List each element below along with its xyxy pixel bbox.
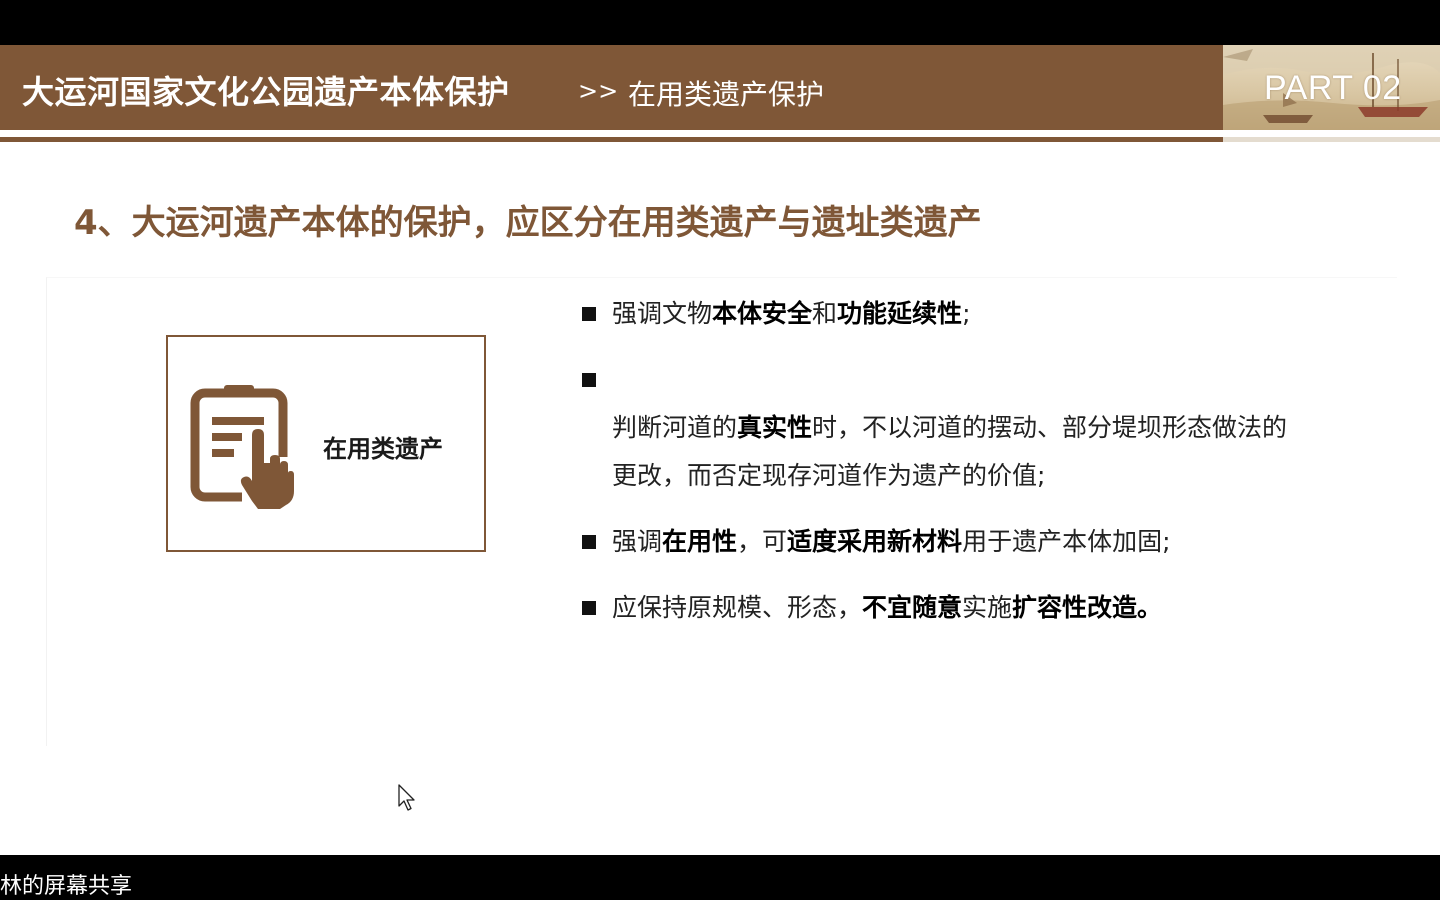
bullet-text-bold: 真实性 [737,413,813,442]
bullet-item: 应保持原规模、形态，不宜随意实施扩容性改造。 [580,584,1360,632]
bullet-text: 判断河道的 [612,413,738,442]
bullet-text-bold: 在用性 [662,527,738,556]
header-subtitle: 在用类遗产保护 [628,78,825,111]
bullet-square-icon [582,535,596,549]
bullet-text: 用于遗产本体加固; [962,527,1171,556]
bullet-square-icon [582,307,596,321]
category-card: 在用类遗产 [166,335,486,552]
mouse-cursor-icon [398,784,418,816]
bullet-text: 时，不以河道的摆动、部分堤坝形态做法的 [812,413,1288,442]
header-title: 大运河国家文化公园遗产本体保护 [22,73,510,111]
bullet-list: 强调文物本体安全和功能延续性; 判断河道的真实性时，不以河道的摆动、部分堤坝形态… [580,290,1360,650]
bullet-text: 应保持原规模、形态， [612,593,863,622]
bullet-text: 实施 [962,593,1013,622]
bullet-text-bold: 扩容性改造。 [1012,593,1163,622]
header-bar: 大运河国家文化公园遗产本体保护 >> 在用类遗产保护 [0,45,1223,130]
bullet-text-bold: 本体安全 [712,299,813,328]
header-divider-light [1223,137,1440,142]
bullet-item: 强调在用性，可适度采用新材料用于遗产本体加固; [580,518,1360,566]
document-hand-icon [190,385,294,517]
bullet-text: ; [962,299,971,328]
bullet-text-bold: 功能延续性 [837,299,963,328]
bullet-text-bold: 不宜随意 [862,593,963,622]
bullet-text: 强调文物 [612,299,713,328]
bullet-item: 判断河道的真实性时，不以河道的摆动、部分堤坝形态做法的 更改，而否定现存河道作为… [580,356,1360,500]
bullet-square-icon [582,373,596,387]
bullet-text: 更改，而否定现存河道作为遗产的价值; [612,461,1046,490]
bullet-text-bold: 适度采用新材料 [787,527,963,556]
bullet-item: 强调文物本体安全和功能延续性; [580,290,1360,338]
part-label: PART 02 [1264,69,1402,107]
section-heading: 4、大运河遗产本体的保护，应区分在用类遗产与遗址类遗产 [74,203,982,243]
screen-share-bar [0,855,1440,900]
card-label: 在用类遗产 [323,435,443,463]
bullet-text: 强调 [612,527,663,556]
header-divider [0,137,1223,142]
bullet-square-icon [582,601,596,615]
screen-share-label: 林的屏幕共享 [0,874,133,899]
bullet-text: ，可 [737,527,788,556]
bullet-text: 和 [812,299,838,328]
header-separator: >> [578,77,619,105]
